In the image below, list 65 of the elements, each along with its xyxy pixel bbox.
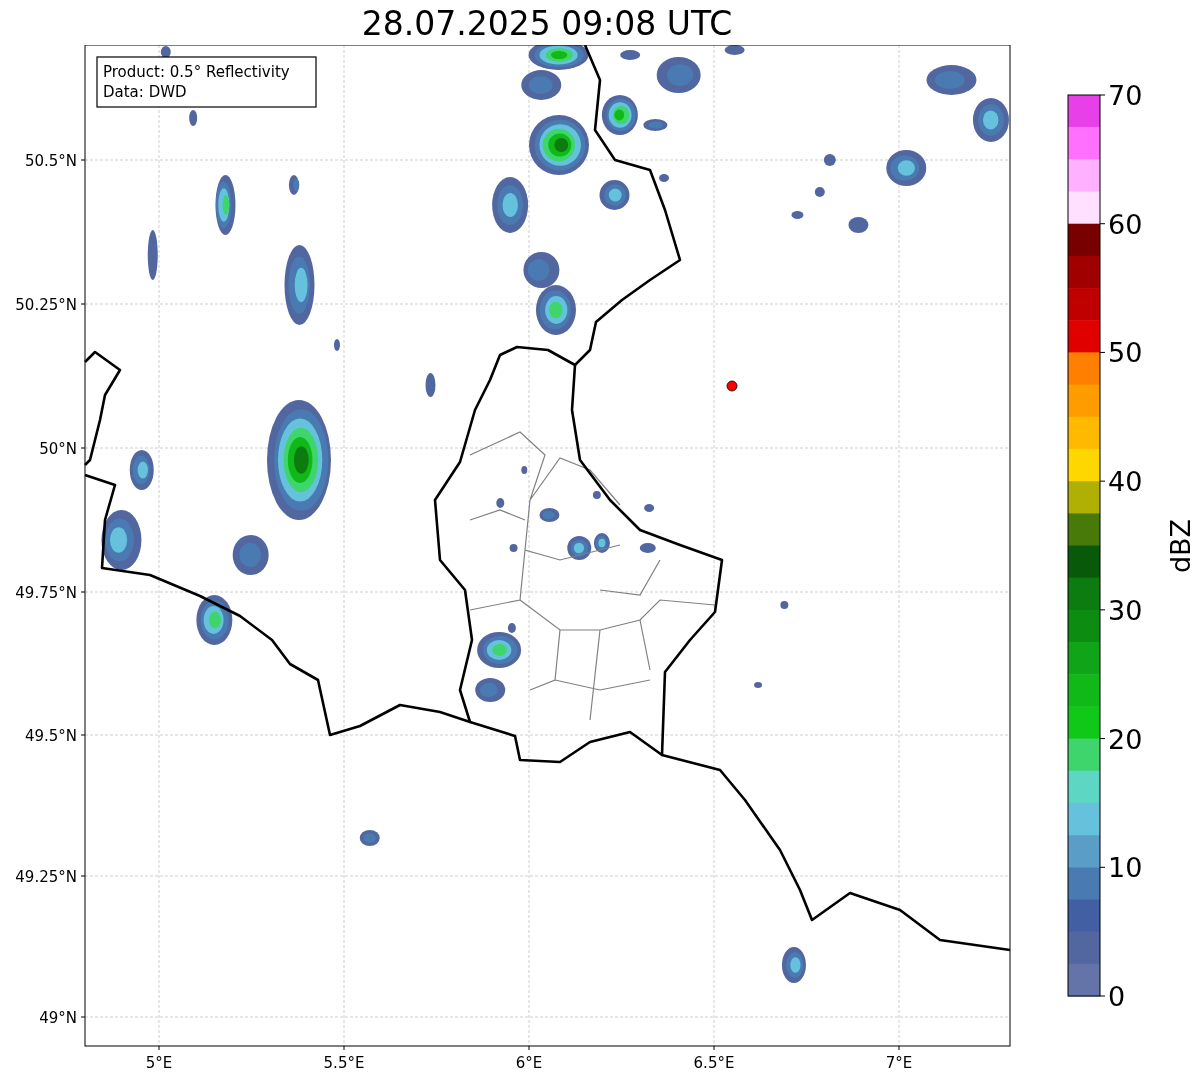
radar-echo <box>823 154 836 166</box>
radar-echo <box>425 373 436 397</box>
axis-tick-label: 49.5°N <box>24 727 77 745</box>
legend-text: Product: 0.5° Reflectivity <box>103 63 290 81</box>
colorbar-tick-label: 10 <box>1108 852 1143 884</box>
radar-echo <box>643 119 668 131</box>
radar-echo <box>656 57 701 93</box>
axis-tick-label: 49.75°N <box>15 584 77 602</box>
radar-echo <box>780 601 789 609</box>
radar-echo <box>509 544 518 552</box>
radar-echo <box>475 678 506 702</box>
radar-echo <box>659 174 670 182</box>
radar-echo <box>620 50 641 60</box>
radar-echo <box>539 508 560 522</box>
radar-echo <box>492 177 529 233</box>
radar-echo <box>886 150 927 186</box>
axis-tick-label: 6.5°E <box>693 1054 735 1072</box>
radar-echo <box>288 175 300 195</box>
radar-echo <box>523 252 560 288</box>
radar-echo <box>521 466 528 474</box>
axis-tick-label: 5.5°E <box>323 1054 365 1072</box>
radar-echo <box>101 510 142 570</box>
radar-echo <box>496 498 505 508</box>
radar-echo <box>639 543 656 553</box>
radar-echo <box>215 175 236 235</box>
axis-tick-label: 50.5°N <box>24 152 77 170</box>
radar-echo <box>814 187 825 197</box>
radar-echo <box>592 491 601 499</box>
radar-echo <box>926 65 977 95</box>
axis-tick-label: 49.25°N <box>15 868 77 886</box>
radar-echo <box>334 339 340 351</box>
radar-echo <box>599 180 630 210</box>
radar-echo <box>359 830 380 846</box>
axis-tick-label: 50.25°N <box>15 296 77 314</box>
radar-echo <box>644 504 655 512</box>
legend-text: Data: DWD <box>103 83 187 101</box>
radar-echo <box>754 682 763 688</box>
radar-echo <box>972 98 1009 142</box>
radar-echo <box>781 947 806 983</box>
axis-tick-label: 49°N <box>39 1009 77 1027</box>
colorbar-tick-label: 70 <box>1108 80 1143 111</box>
radar-echo <box>791 211 804 219</box>
axis-tick-label: 50°N <box>39 440 77 458</box>
radar-echo <box>196 595 233 645</box>
radar-echo <box>147 230 158 280</box>
radar-echo <box>601 95 638 135</box>
axis-tick-label: 7°E <box>885 1054 913 1072</box>
chart-title: 28.07.2025 09:08 UTC <box>360 3 734 45</box>
radar-echo <box>232 535 269 575</box>
colorbar-tick-label: 20 <box>1108 723 1143 755</box>
radar-echo <box>129 450 154 490</box>
colorbar-label: dBZ <box>1165 518 1196 574</box>
radar-echo <box>724 45 745 55</box>
colorbar-tick-label: 30 <box>1108 594 1143 626</box>
colorbar-tick-label: 40 <box>1108 466 1143 498</box>
radar-echo <box>189 110 198 126</box>
radar-echo <box>529 115 589 175</box>
location-marker <box>726 380 738 392</box>
radar-echo <box>535 285 576 335</box>
axis-tick-label: 6°E <box>515 1054 543 1072</box>
colorbar-tick-label: 0 <box>1108 981 1126 1012</box>
axis-tick-label: 5°E <box>145 1054 173 1072</box>
colorbar-tick-label: 60 <box>1108 208 1143 240</box>
radar-echo <box>848 217 869 233</box>
colorbar-tick-label: 50 <box>1108 337 1143 369</box>
